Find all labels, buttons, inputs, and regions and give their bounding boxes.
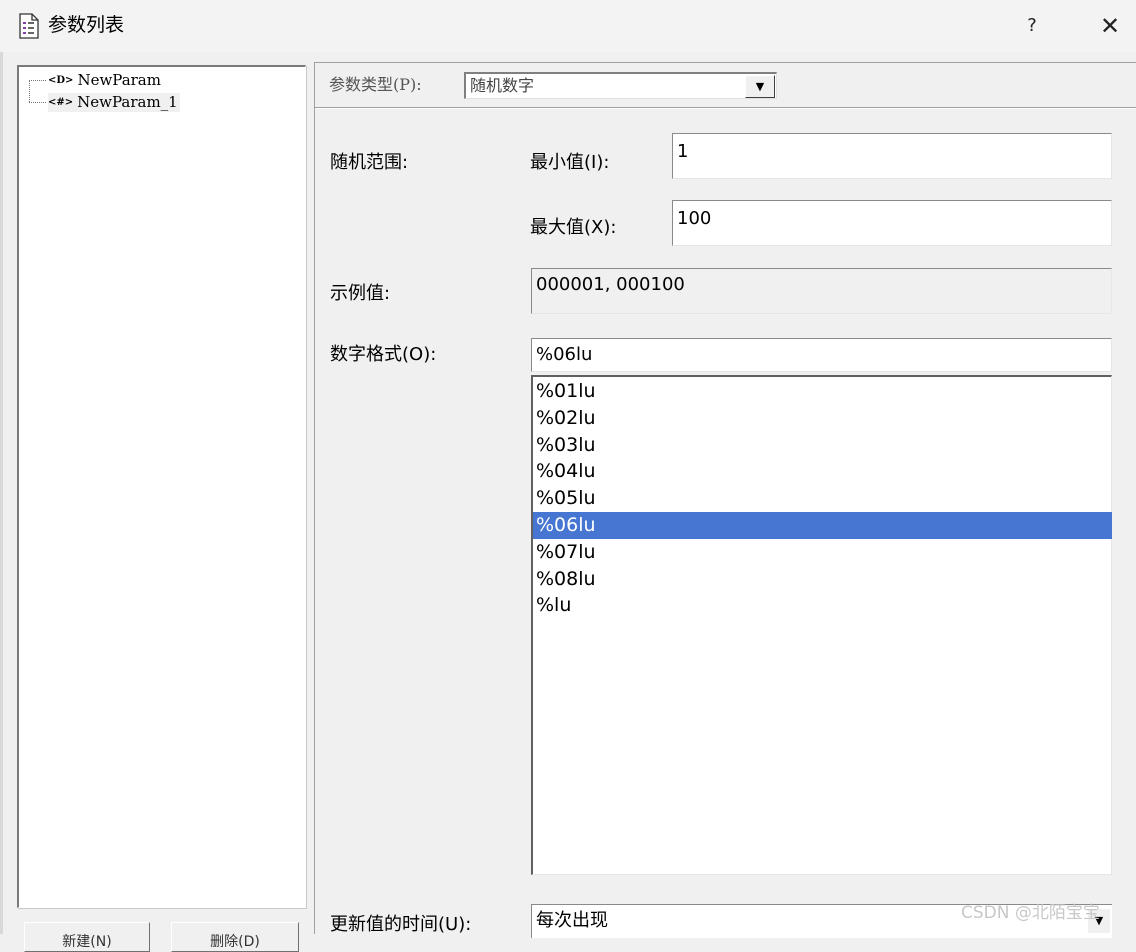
help-button[interactable]: ? — [1014, 9, 1050, 43]
format-option[interactable]: %lu — [533, 592, 1112, 619]
document-icon — [18, 13, 40, 39]
watermark: CSDN @北陌宝宝 — [961, 903, 1100, 923]
number-param-icon: <#> — [48, 97, 74, 108]
max-value-input[interactable]: 100 — [672, 200, 1112, 246]
new-button[interactable]: 新建(N) — [24, 922, 150, 952]
format-option[interactable]: %03lu — [533, 432, 1112, 459]
min-value-label: 最小值(I): — [530, 152, 610, 173]
tree-item-label: NewParam — [77, 71, 161, 89]
tree-item-newparam-1[interactable]: <#> NewParam_1 — [48, 93, 180, 112]
random-range-label: 随机范围: — [330, 152, 409, 173]
example-label: 示例值: — [330, 283, 391, 304]
tree-item-label: NewParam_1 — [77, 93, 178, 111]
close-button[interactable]: ✕ — [1090, 9, 1130, 43]
format-option[interactable]: %07lu — [533, 539, 1112, 566]
example-value-field: 000001, 000100 — [531, 268, 1112, 314]
number-format-input[interactable]: %06lu — [531, 338, 1112, 372]
min-value-input[interactable]: 1 — [672, 133, 1112, 179]
tree-connector — [29, 80, 46, 81]
separator — [315, 107, 1136, 109]
number-format-label: 数字格式(O): — [330, 344, 437, 365]
tree-connector — [29, 80, 30, 102]
format-option[interactable]: %08lu — [533, 566, 1112, 593]
update-time-value: 每次出现 — [536, 910, 608, 931]
param-type-value: 随机数字 — [470, 76, 535, 95]
delete-button[interactable]: 删除(D) — [171, 922, 299, 952]
format-option[interactable]: %05lu — [533, 485, 1112, 512]
date-param-icon: <D> — [48, 75, 74, 86]
chevron-down-icon[interactable]: ▼ — [745, 75, 775, 98]
param-type-label: 参数类型(P): — [329, 75, 422, 94]
title-bar — [0, 0, 1136, 52]
window-edge — [0, 52, 3, 934]
max-value-label: 最大值(X): — [530, 217, 617, 238]
update-time-label: 更新值的时间(U): — [330, 914, 472, 935]
format-option[interactable]: %06lu — [533, 512, 1112, 539]
format-option[interactable]: %02lu — [533, 405, 1112, 432]
format-option[interactable]: %01lu — [533, 378, 1112, 405]
number-format-list[interactable]: %01lu %02lu %03lu %04lu %05lu %06lu %07lu %08lu… — [531, 375, 1112, 875]
param-type-select[interactable]: 随机数字 ▼ — [464, 72, 777, 99]
tree-connector — [29, 102, 46, 103]
format-option[interactable]: %04lu — [533, 458, 1112, 485]
tree-item-newparam[interactable]: <D> NewParam — [48, 71, 161, 90]
window-title: 参数列表 — [48, 14, 125, 36]
parameter-tree[interactable]: <D> NewParam <#> NewParam_1 — [17, 65, 306, 908]
